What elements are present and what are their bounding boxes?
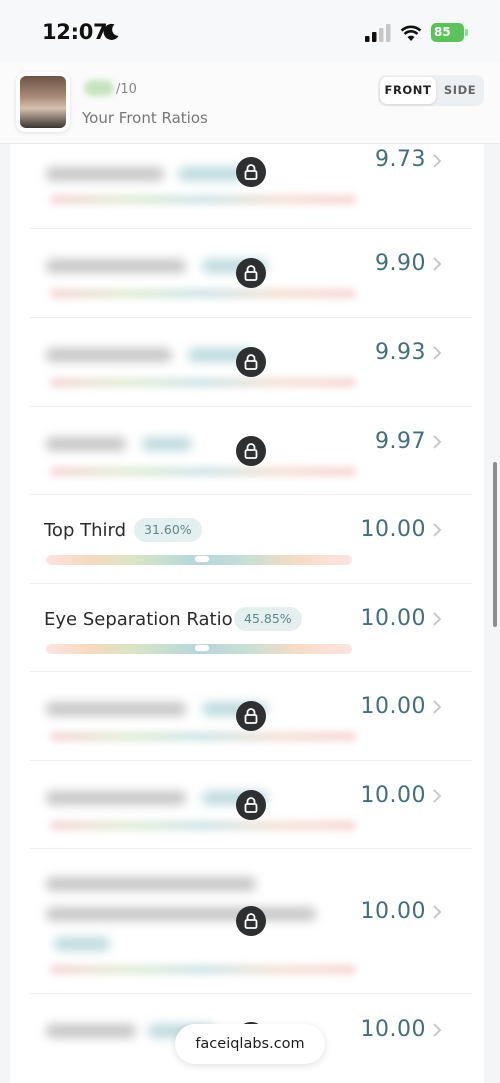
blurred-bar [50, 195, 356, 204]
blurred-label [46, 259, 186, 273]
score-max: /10 [116, 82, 137, 97]
blurred-bar [50, 467, 356, 476]
ratio-range-bar [46, 555, 352, 565]
lock-icon[interactable] [236, 701, 266, 731]
ratio-score: 10.00 [360, 694, 426, 719]
ratio-score: 10.00 [360, 517, 426, 542]
blurred-pill [178, 167, 244, 181]
ratio-range-bar [46, 644, 352, 654]
ratios-header: /10 Your Front Ratios FRONT SIDE [0, 62, 500, 144]
scrollbar[interactable] [493, 462, 497, 627]
ratio-label: Top Third [44, 520, 127, 541]
ratio-label: Eye Separation Ratio [44, 609, 233, 630]
blurred-pill [54, 937, 110, 951]
ratio-range-marker [194, 644, 211, 652]
ratio-row-locked[interactable]: 10.00 [30, 849, 472, 994]
ratio-row-locked[interactable]: 9.90 [30, 229, 472, 318]
moon-icon [103, 23, 119, 40]
chevron-right-icon [433, 435, 442, 449]
ratio-score: 9.90 [375, 251, 426, 276]
ratio-row-locked[interactable]: 10.00 [30, 672, 472, 761]
lock-icon[interactable] [236, 347, 266, 377]
chevron-right-icon [433, 346, 442, 360]
battery-level: 85 [434, 25, 451, 39]
blurred-bar [50, 965, 356, 974]
blurred-label [46, 791, 186, 805]
ratio-score: 10.00 [360, 783, 426, 808]
avatar[interactable] [16, 72, 70, 132]
blurred-label [46, 877, 256, 891]
score-blurred [84, 80, 114, 96]
percent-badge: 45.85% [234, 607, 302, 631]
ratio-row-top-third[interactable]: Top Third 31.60% 10.00 [30, 495, 472, 584]
lock-icon[interactable] [236, 157, 266, 187]
chevron-right-icon [433, 612, 442, 626]
tab-front[interactable]: FRONT [380, 77, 436, 104]
ratio-score: 9.97 [375, 429, 426, 454]
lock-icon[interactable] [236, 436, 266, 466]
ratio-score: 10.00 [360, 899, 426, 924]
blurred-label [46, 702, 186, 716]
percent-badge: 31.60% [134, 518, 202, 542]
blurred-label [46, 1024, 136, 1038]
lock-icon[interactable] [236, 906, 266, 936]
ratio-row-locked[interactable]: 9.97 [30, 407, 472, 495]
ratio-score: 10.00 [360, 606, 426, 631]
ratio-row-locked[interactable]: 9.93 [30, 318, 472, 407]
chevron-right-icon [433, 154, 442, 168]
wifi-icon [400, 25, 422, 41]
ratio-range-marker [194, 555, 211, 563]
ratio-score: 9.93 [375, 340, 426, 365]
blurred-bar [50, 732, 356, 741]
ratio-row-eye-separation[interactable]: Eye Separation Ratio 45.85% 10.00 [30, 584, 472, 672]
battery-indicator: 85 [431, 23, 464, 42]
chevron-right-icon [433, 1023, 442, 1037]
blurred-bar [50, 821, 356, 830]
ratio-list: 9.73 9.90 9.93 9.97 Top Third 31.60% 10.… [10, 144, 484, 1083]
status-bar: 12:07 85 [0, 0, 500, 62]
chevron-right-icon [433, 257, 442, 271]
page-title: Your Front Ratios [82, 109, 208, 127]
blurred-bar [50, 289, 356, 298]
chevron-right-icon [433, 523, 442, 537]
blurred-bar [50, 378, 356, 387]
blurred-label [46, 167, 164, 181]
lock-icon[interactable] [236, 790, 266, 820]
blurred-label [46, 348, 172, 362]
status-time: 12:07 [42, 20, 108, 44]
domain-label[interactable]: faceiqlabs.com [175, 1024, 325, 1064]
blurred-pill [142, 437, 192, 451]
lock-icon[interactable] [236, 258, 266, 288]
cellular-signal-icon [365, 24, 391, 42]
chevron-right-icon [433, 700, 442, 714]
blurred-label [46, 907, 316, 921]
blurred-label [46, 437, 126, 451]
tab-side[interactable]: SIDE [438, 77, 482, 104]
avatar-photo [20, 76, 66, 128]
chevron-right-icon [433, 789, 442, 803]
ratio-row-locked[interactable]: 10.00 [30, 761, 472, 849]
battery-cap [465, 29, 468, 36]
ratio-row-locked[interactable]: 9.73 [30, 144, 472, 229]
ratio-score: 10.00 [360, 1017, 426, 1042]
ratio-score: 9.73 [375, 147, 426, 172]
view-toggle: FRONT SIDE [378, 75, 484, 106]
chevron-right-icon [433, 905, 442, 919]
